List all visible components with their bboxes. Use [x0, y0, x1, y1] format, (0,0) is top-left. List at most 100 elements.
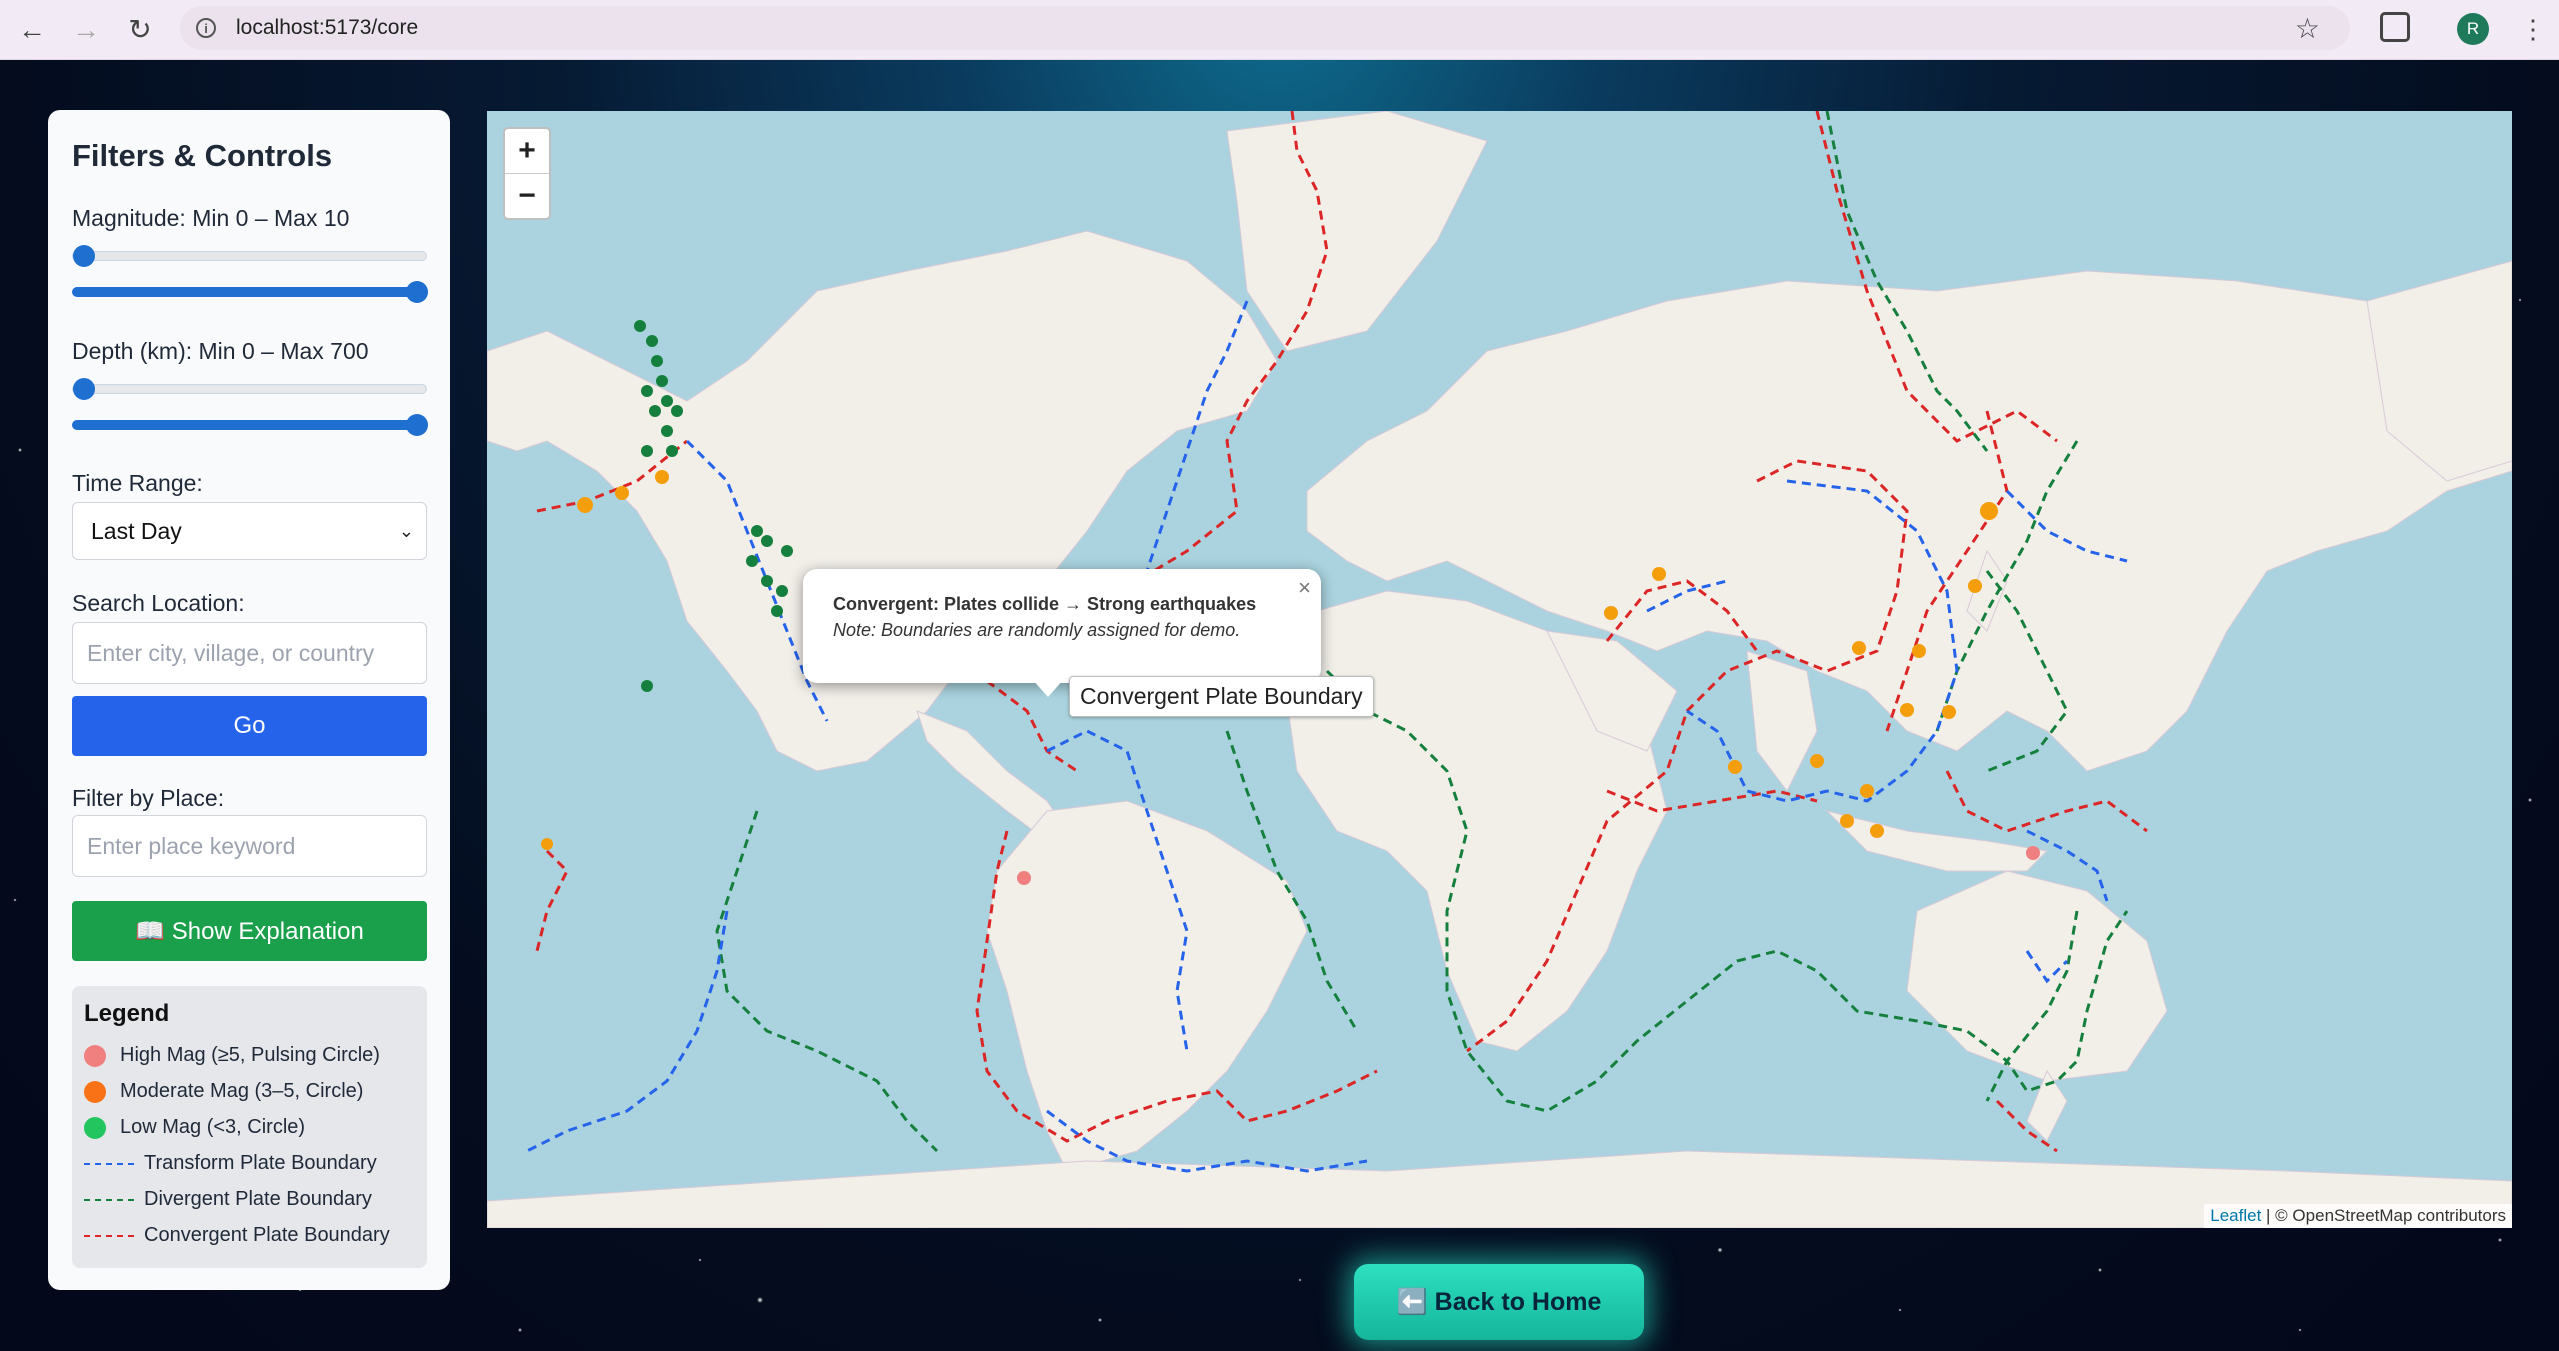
- low-mag-marker: [771, 605, 783, 617]
- low-mag-marker: [776, 585, 788, 597]
- filter-place-label: Filter by Place:: [72, 785, 225, 811]
- zoom-out-button[interactable]: −: [505, 174, 549, 218]
- low-mag-marker: [761, 575, 773, 587]
- low-mag-marker: [661, 395, 673, 407]
- moderate-mag-marker: [1852, 641, 1866, 655]
- popup-title: Convergent: Plates collide → Strong eart…: [833, 594, 1257, 614]
- chevron-down-icon: ⌄: [398, 520, 414, 541]
- depth-min-thumb[interactable]: [73, 378, 95, 400]
- depth-label: Depth (km): Min 0 – Max 700: [72, 338, 369, 364]
- legend-label: Low Mag (<3, Circle): [120, 1116, 306, 1138]
- low-mag-marker: [656, 375, 668, 387]
- low-mag-marker: [671, 405, 683, 417]
- divergent-boundary-line: [715, 810, 939, 1153]
- low-mag-marker: [641, 445, 653, 457]
- legend-label: Convergent Plate Boundary: [144, 1224, 390, 1246]
- low-mag-marker: [761, 535, 773, 547]
- depth-max-slider[interactable]: [72, 414, 428, 436]
- back-to-home-button[interactable]: ⬅️ Back to Home: [1354, 1264, 1644, 1340]
- moderate-mag-marker: [1604, 606, 1618, 620]
- zoom-in-button[interactable]: +: [505, 129, 549, 174]
- show-explanation-button[interactable]: 📖 Show Explanation: [72, 901, 427, 961]
- boundary-tooltip: Convergent Plate Boundary: [1069, 676, 1374, 717]
- low-mag-marker: [649, 405, 661, 417]
- moderate-mag-marker: [1728, 760, 1742, 774]
- legend-label: Divergent Plate Boundary: [144, 1188, 372, 1210]
- search-location-label: Search Location:: [72, 590, 245, 616]
- moderate-mag-marker: [615, 486, 629, 500]
- magnitude-min-thumb[interactable]: [73, 245, 95, 267]
- popup-note: Note: Boundaries are randomly assigned f…: [833, 620, 1241, 640]
- panel-title: Filters & Controls: [72, 138, 333, 173]
- moderate-mag-marker: [577, 497, 593, 513]
- landmasses: [487, 111, 2512, 1228]
- legend-box: Legend High Mag (≥5, Pulsing Circle) Mod…: [72, 986, 427, 1268]
- transform-line-icon: [84, 1162, 134, 1165]
- popup-close-icon[interactable]: ×: [1298, 575, 1311, 601]
- extensions-icon[interactable]: [2380, 12, 2410, 42]
- legend-item-moderate-mag: Moderate Mag (3–5, Circle): [84, 1080, 363, 1103]
- popup-tip: [1032, 679, 1064, 697]
- legend-item-low-mag: Low Mag (<3, Circle): [84, 1116, 305, 1139]
- reload-icon[interactable]: ↻: [118, 8, 162, 52]
- magnitude-max-thumb[interactable]: [406, 281, 428, 303]
- low-mag-marker: [746, 555, 758, 567]
- address-bar[interactable]: i localhost:5173/core ☆: [180, 6, 2350, 50]
- legend-item-divergent: Divergent Plate Boundary: [84, 1188, 372, 1211]
- moderate-mag-marker: [1840, 814, 1854, 828]
- search-location-input[interactable]: Enter city, village, or country: [72, 622, 427, 684]
- moderate-mag-marker: [1968, 579, 1982, 593]
- leaflet-link[interactable]: Leaflet: [2210, 1206, 2261, 1225]
- go-button[interactable]: Go: [72, 696, 427, 756]
- world-map[interactable]: + − Convergent: Plates collide → Strong …: [487, 111, 2512, 1228]
- bookmark-star-icon[interactable]: ☆: [2295, 12, 2320, 45]
- high-mag-marker: [2026, 846, 2040, 860]
- low-mag-marker: [634, 320, 646, 332]
- moderate-mag-marker: [1980, 502, 1998, 520]
- legend-label: Moderate Mag (3–5, Circle): [120, 1080, 364, 1102]
- low-mag-marker: [646, 335, 658, 347]
- low-mag-marker: [781, 545, 793, 557]
- boundary-popup: Convergent: Plates collide → Strong eart…: [803, 569, 1321, 683]
- depth-min-slider[interactable]: [72, 378, 427, 400]
- zoom-control: + −: [503, 127, 551, 220]
- moderate-mag-marker: [1900, 703, 1914, 717]
- low-mag-marker: [751, 525, 763, 537]
- magnitude-min-slider[interactable]: [72, 245, 427, 267]
- low-mag-dot-icon: [84, 1116, 106, 1139]
- magnitude-max-slider[interactable]: [72, 281, 428, 303]
- divergent-line-icon: [84, 1198, 134, 1201]
- greenland-land: [1226, 111, 1488, 352]
- map-attribution: Leaflet | © OpenStreetMap contributors: [2204, 1204, 2512, 1228]
- legend-item-convergent: Convergent Plate Boundary: [84, 1224, 390, 1247]
- forward-arrow-icon[interactable]: →: [64, 8, 108, 52]
- back-arrow-icon[interactable]: ←: [10, 8, 54, 52]
- high-mag-dot-icon: [84, 1044, 106, 1067]
- moderate-mag-marker: [1810, 754, 1824, 768]
- convergent-boundary-line: [1945, 770, 2148, 833]
- time-range-select[interactable]: Last Day ⌄: [72, 502, 427, 560]
- magnitude-label: Magnitude: Min 0 – Max 10: [72, 205, 350, 231]
- convergent-boundary-line: [535, 849, 569, 952]
- legend-item-transform: Transform Plate Boundary: [84, 1152, 377, 1175]
- filter-place-input[interactable]: Enter place keyword: [72, 815, 427, 877]
- low-mag-marker: [641, 680, 653, 692]
- legend-title: Legend: [84, 1000, 170, 1027]
- indonesia-land: [1825, 810, 2049, 872]
- australia-land: [1906, 870, 2168, 1082]
- url-text[interactable]: localhost:5173/core: [236, 16, 418, 40]
- legend-item-high-mag: High Mag (≥5, Pulsing Circle): [84, 1044, 380, 1067]
- new-zealand-land: [2026, 1069, 2068, 1142]
- site-info-icon[interactable]: i: [196, 18, 216, 38]
- browser-menu-icon[interactable]: ⋮: [2520, 14, 2546, 44]
- low-mag-marker: [666, 445, 678, 457]
- profile-avatar[interactable]: R: [2457, 13, 2489, 45]
- time-range-value: Last Day: [91, 517, 182, 544]
- depth-max-thumb[interactable]: [406, 414, 428, 436]
- low-mag-marker: [651, 355, 663, 367]
- south-america-land: [986, 800, 1308, 1172]
- moderate-mag-marker: [1942, 705, 1956, 719]
- time-range-label: Time Range:: [72, 470, 203, 496]
- moderate-mag-dot-icon: [84, 1080, 106, 1103]
- moderate-mag-marker: [1870, 824, 1884, 838]
